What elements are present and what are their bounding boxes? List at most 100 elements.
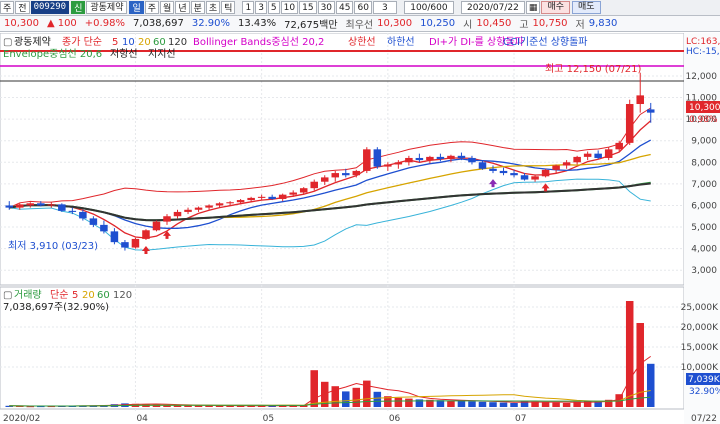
volume-bar[interactable] <box>636 323 644 407</box>
interval-10-button[interactable]: 10 <box>280 1 299 14</box>
candle-body[interactable] <box>268 196 276 199</box>
candle-body[interactable] <box>636 95 644 105</box>
buy-button[interactable]: 매수 <box>541 1 570 14</box>
period-week-button[interactable]: 주 <box>144 1 160 14</box>
volume-bar[interactable] <box>394 397 403 407</box>
volume-bar[interactable] <box>373 391 382 407</box>
period-minute-button[interactable]: 분 <box>190 1 205 14</box>
candle-body[interactable] <box>562 162 571 166</box>
calendar-icon[interactable]: ▦ <box>525 1 541 14</box>
candle-body[interactable] <box>573 156 581 163</box>
candle-body[interactable] <box>184 209 192 212</box>
period-second-button[interactable]: 초 <box>205 1 221 14</box>
period-tick-button[interactable]: 틱 <box>221 1 236 14</box>
interval-5-button[interactable]: 5 <box>267 1 280 14</box>
candle-body[interactable] <box>436 156 445 160</box>
candle-body[interactable] <box>541 169 550 177</box>
volume-bar[interactable] <box>352 387 361 407</box>
candle-body[interactable] <box>583 153 592 157</box>
interval-15-button[interactable]: 15 <box>299 1 317 14</box>
range-field[interactable]: 100/600 <box>403 1 454 14</box>
volume-bar[interactable] <box>552 402 560 407</box>
volume-bar[interactable] <box>310 370 318 407</box>
candle-body[interactable] <box>152 221 161 231</box>
candle-body[interactable] <box>47 204 56 206</box>
candle-body[interactable] <box>594 153 602 158</box>
stock-chart[interactable]: 12,00011,00010,0009,0008,0007,0006,0005,… <box>0 33 720 424</box>
candle-body[interactable] <box>342 173 350 176</box>
candle-body[interactable] <box>363 149 371 171</box>
candle-body[interactable] <box>226 202 234 204</box>
interval-45-button[interactable]: 45 <box>336 1 354 14</box>
volume-bar[interactable] <box>447 400 455 407</box>
stock-code-input[interactable]: 009290 <box>30 1 70 14</box>
volume-bar[interactable] <box>457 401 466 407</box>
candle-body[interactable] <box>16 204 24 208</box>
candle-body[interactable] <box>173 211 182 217</box>
candle-body[interactable] <box>299 188 308 193</box>
volume-bar[interactable] <box>363 380 371 407</box>
candle-body[interactable] <box>394 162 403 165</box>
volume-bar[interactable] <box>646 363 655 407</box>
candle-body[interactable] <box>142 230 150 239</box>
candle-body[interactable] <box>236 200 245 203</box>
period-year-button[interactable]: 년 <box>175 1 190 14</box>
candle-body[interactable] <box>89 218 98 225</box>
candle-body[interactable] <box>110 231 119 243</box>
candle-body[interactable] <box>205 205 213 208</box>
candle-body[interactable] <box>131 238 140 248</box>
candle-body[interactable] <box>468 157 476 163</box>
candle-body[interactable] <box>604 149 613 158</box>
volume-bar[interactable] <box>541 402 550 407</box>
candle-body[interactable] <box>415 157 424 161</box>
interval-1-button[interactable]: 1 <box>242 1 255 14</box>
candle-body[interactable] <box>278 194 287 199</box>
market-prefix-button[interactable]: 주 <box>0 1 15 14</box>
candle-body[interactable] <box>163 216 171 222</box>
sell-button[interactable]: 매도 <box>572 1 601 14</box>
candle-body[interactable] <box>37 203 45 206</box>
candle-body[interactable] <box>646 109 655 113</box>
candle-body[interactable] <box>384 164 392 167</box>
candle-body[interactable] <box>426 156 434 161</box>
candle-body[interactable] <box>447 155 455 160</box>
candle-body[interactable] <box>625 104 634 143</box>
candle-body[interactable] <box>79 211 87 219</box>
candle-body[interactable] <box>215 203 224 206</box>
candle-body[interactable] <box>257 196 266 198</box>
candle-body[interactable] <box>289 192 297 195</box>
candle-body[interactable] <box>26 203 35 206</box>
volume-bar[interactable] <box>499 402 508 407</box>
interval-3-button[interactable]: 3 <box>255 1 267 14</box>
period-day-button[interactable]: 일 <box>129 1 144 14</box>
stock-name-field[interactable]: 광동제약 <box>86 1 128 14</box>
candle-body[interactable] <box>510 173 518 176</box>
candle-body[interactable] <box>405 157 413 163</box>
candle-body[interactable] <box>457 155 466 158</box>
date-field[interactable]: 2020/07/22 <box>460 1 525 14</box>
candle-body[interactable] <box>58 204 66 211</box>
candle-body[interactable] <box>352 170 361 176</box>
volume-bar[interactable] <box>478 401 487 407</box>
prev-button[interactable]: 전 <box>15 1 30 14</box>
candle-body[interactable] <box>552 165 560 170</box>
volume-bar[interactable] <box>405 398 413 407</box>
volume-bar[interactable] <box>562 403 571 407</box>
volume-bar[interactable] <box>468 401 476 407</box>
volume-bar[interactable] <box>194 405 203 407</box>
interval-count-select[interactable]: 3 <box>372 1 397 14</box>
candle-body[interactable] <box>520 175 529 180</box>
candle-body[interactable] <box>194 207 203 210</box>
candle-body[interactable] <box>320 177 329 182</box>
candle-body[interactable] <box>100 224 108 232</box>
interval-30-button[interactable]: 30 <box>317 1 336 14</box>
volume-bar[interactable] <box>489 402 497 407</box>
volume-bar[interactable] <box>342 391 350 407</box>
volume-bar[interactable] <box>625 301 634 407</box>
candle-body[interactable] <box>489 168 497 171</box>
interval-60-button[interactable]: 60 <box>354 1 372 14</box>
candle-body[interactable] <box>310 181 318 189</box>
candle-body[interactable] <box>615 142 623 150</box>
candle-body[interactable] <box>247 197 255 201</box>
candle-body[interactable] <box>478 162 487 169</box>
